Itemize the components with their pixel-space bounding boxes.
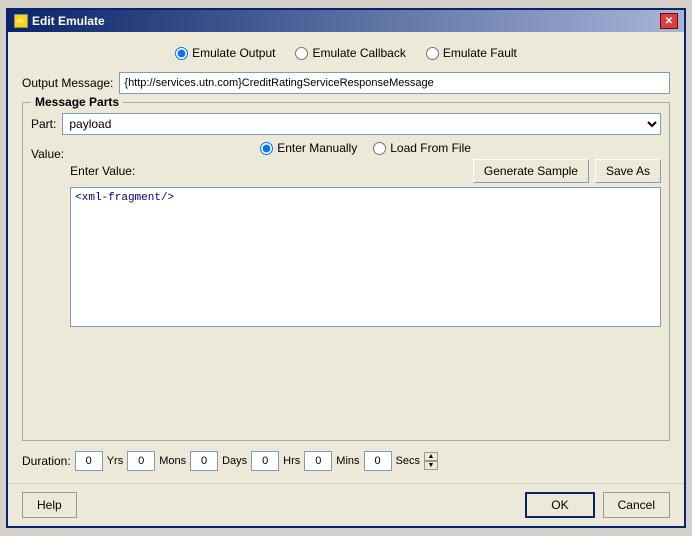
- emulate-output-option[interactable]: Emulate Output: [175, 46, 275, 60]
- output-message-input[interactable]: [119, 72, 670, 94]
- part-row: Part: payload: [31, 113, 661, 135]
- title-bar: ✏ Edit Emulate ✕: [8, 10, 684, 32]
- value-section: Value: Enter Manually Load From File: [31, 141, 661, 327]
- ok-button[interactable]: OK: [525, 492, 594, 518]
- duration-secs-input[interactable]: [364, 451, 392, 471]
- load-from-file-label[interactable]: Load From File: [390, 141, 471, 155]
- enter-manually-option[interactable]: Enter Manually: [260, 141, 357, 155]
- emulate-fault-label[interactable]: Emulate Fault: [443, 46, 517, 60]
- duration-hrs-unit: Hrs: [283, 455, 300, 467]
- duration-mons-input[interactable]: [127, 451, 155, 471]
- duration-secs-unit: Secs: [396, 455, 420, 467]
- duration-mins-input[interactable]: [304, 451, 332, 471]
- window-icon: ✏: [14, 14, 28, 28]
- action-buttons: Generate Sample Save As: [473, 159, 661, 183]
- generate-sample-button[interactable]: Generate Sample: [473, 159, 589, 183]
- emulate-fault-radio[interactable]: [426, 47, 439, 60]
- code-editor[interactable]: <xml-fragment/>: [70, 187, 661, 327]
- title-bar-left: ✏ Edit Emulate: [14, 14, 105, 28]
- value-right: Enter Manually Load From File Enter Valu…: [70, 141, 661, 327]
- duration-mons-unit: Mons: [159, 455, 186, 467]
- window-title: Edit Emulate: [32, 14, 105, 28]
- emulate-type-row: Emulate Output Emulate Callback Emulate …: [22, 42, 670, 64]
- close-button[interactable]: ✕: [660, 13, 678, 29]
- emulate-callback-option[interactable]: Emulate Callback: [295, 46, 405, 60]
- bottom-bar: Help OK Cancel: [8, 483, 684, 526]
- duration-yrs-input[interactable]: [75, 451, 103, 471]
- enter-value-label: Enter Value:: [70, 164, 135, 178]
- part-select[interactable]: payload: [62, 113, 661, 135]
- emulate-callback-label[interactable]: Emulate Callback: [312, 46, 405, 60]
- emulate-fault-option[interactable]: Emulate Fault: [426, 46, 517, 60]
- duration-spinner[interactable]: ▲ ▼: [424, 452, 438, 470]
- duration-hrs-input[interactable]: [251, 451, 279, 471]
- bottom-right-buttons: OK Cancel: [525, 492, 670, 518]
- duration-days-input[interactable]: [190, 451, 218, 471]
- spinner-up[interactable]: ▲: [424, 452, 438, 461]
- value-label: Value:: [31, 141, 64, 327]
- duration-days-unit: Days: [222, 455, 247, 467]
- enter-value-row: Enter Value: Generate Sample Save As: [70, 159, 661, 183]
- enter-manually-label[interactable]: Enter Manually: [277, 141, 357, 155]
- output-message-row: Output Message:: [22, 72, 670, 94]
- part-label: Part:: [31, 117, 56, 131]
- duration-yrs-unit: Yrs: [107, 455, 124, 467]
- duration-mins-unit: Mins: [336, 455, 359, 467]
- duration-label: Duration:: [22, 454, 71, 468]
- output-message-label: Output Message:: [22, 76, 113, 90]
- load-from-file-radio[interactable]: [373, 142, 386, 155]
- help-button[interactable]: Help: [22, 492, 77, 518]
- message-parts-group: Message Parts Part: payload Value: Enter…: [22, 102, 670, 441]
- input-mode-row: Enter Manually Load From File: [70, 141, 661, 155]
- emulate-output-radio[interactable]: [175, 47, 188, 60]
- emulate-callback-radio[interactable]: [295, 47, 308, 60]
- save-as-button[interactable]: Save As: [595, 159, 661, 183]
- spinner-down[interactable]: ▼: [424, 461, 438, 470]
- main-content: Emulate Output Emulate Callback Emulate …: [8, 32, 684, 483]
- duration-row: Duration: Yrs Mons Days Hrs Mins Secs ▲ …: [22, 449, 670, 473]
- edit-emulate-window: ✏ Edit Emulate ✕ Emulate Output Emulate …: [6, 8, 686, 528]
- load-from-file-option[interactable]: Load From File: [373, 141, 471, 155]
- emulate-output-label[interactable]: Emulate Output: [192, 46, 275, 60]
- cancel-button[interactable]: Cancel: [603, 492, 670, 518]
- enter-manually-radio[interactable]: [260, 142, 273, 155]
- message-parts-title: Message Parts: [31, 95, 123, 109]
